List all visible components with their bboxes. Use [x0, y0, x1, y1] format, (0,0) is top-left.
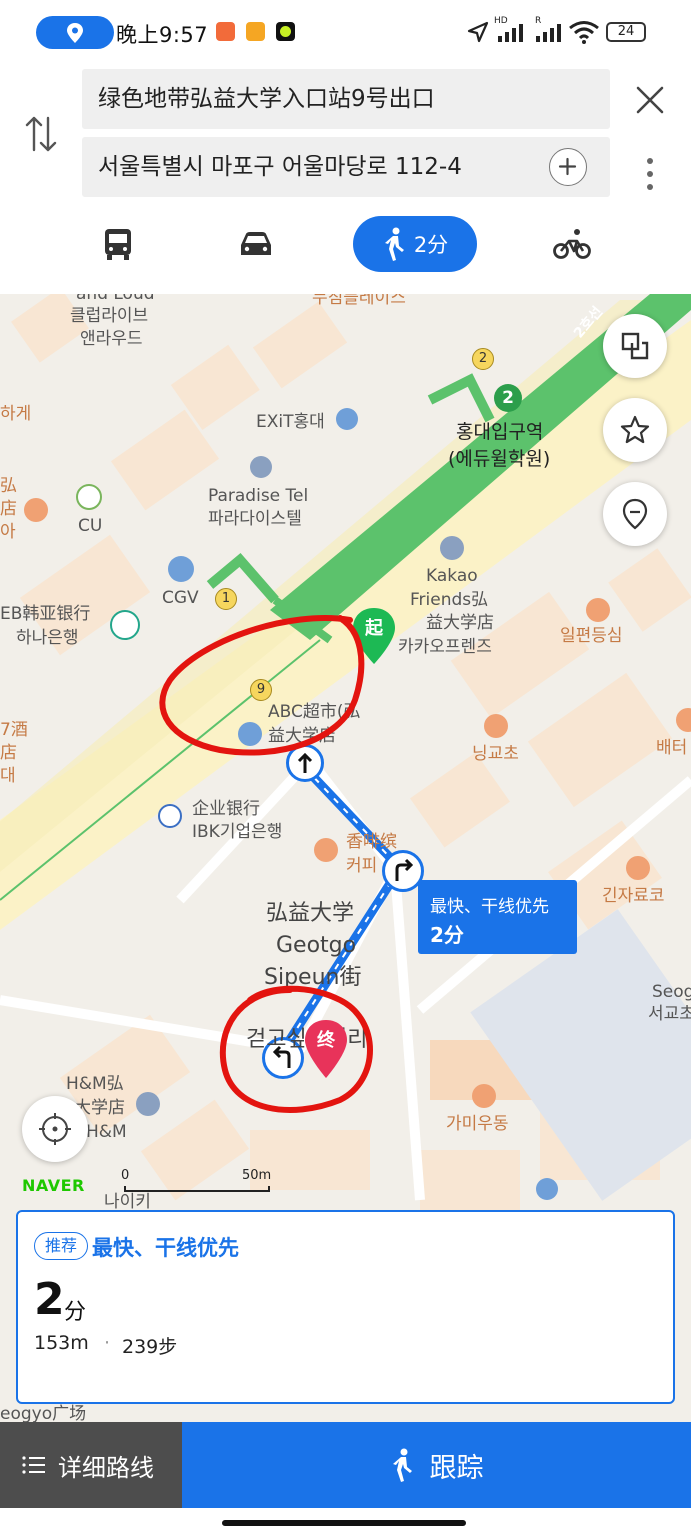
star-icon	[620, 415, 650, 444]
plus-icon	[558, 157, 577, 176]
route-steps: 239步	[122, 1336, 178, 1358]
naver-logo: NAVER	[22, 1176, 85, 1195]
scale-zero: 0	[121, 1168, 130, 1183]
close-icon[interactable]	[634, 84, 666, 116]
scale-bar	[124, 1186, 270, 1192]
favorite-button[interactable]	[603, 398, 667, 462]
walk-icon	[392, 1448, 412, 1482]
separator-dot: ·	[104, 1332, 111, 1354]
track-button[interactable]: 跟踪	[182, 1422, 691, 1508]
mode-bus-tab[interactable]	[86, 216, 150, 272]
home-indicator[interactable]	[222, 1520, 466, 1526]
route-card[interactable]: 推荐 最快、干线优先 2 分 153m · 239步	[16, 1210, 675, 1404]
route-card-title: 最快、干线优先	[92, 1236, 239, 1260]
add-waypoint-button[interactable]	[549, 148, 587, 186]
wifi-icon	[569, 21, 599, 44]
route-time-value: 2	[34, 1274, 65, 1325]
details-button[interactable]: 详细路线	[0, 1422, 182, 1508]
walk-time: 2分	[413, 233, 449, 257]
bike-icon	[553, 229, 591, 259]
more-options-icon[interactable]	[644, 156, 656, 192]
notification-app-icon	[216, 22, 235, 41]
battery-indicator: 24	[606, 22, 646, 42]
route-time-unit: 分	[64, 1300, 87, 1325]
signal-icon	[498, 24, 523, 42]
mode-car-tab[interactable]	[224, 216, 288, 272]
location-pill	[36, 16, 114, 49]
bus-icon	[105, 229, 131, 260]
status-bar: 晚上9:57 HD R 24	[0, 0, 691, 64]
clock: 晚上9:57	[116, 23, 209, 47]
origin-field[interactable]: 绿色地带弘益大学入口站9号出口	[82, 69, 610, 129]
walk-icon	[384, 227, 404, 261]
my-location-button[interactable]	[22, 1096, 88, 1162]
layers-button[interactable]	[603, 314, 667, 378]
car-icon	[241, 232, 271, 255]
mode-bike-tab[interactable]	[540, 216, 604, 272]
place-pin-button[interactable]	[603, 482, 667, 546]
scale-distance: 50m	[242, 1168, 272, 1183]
details-label: 详细路线	[58, 1453, 154, 1482]
swap-direction-icon[interactable]	[24, 114, 58, 154]
destination-field[interactable]: 서울특별시 마포구 어울마당로 112-4	[82, 137, 610, 197]
crosshair-icon	[39, 1113, 71, 1145]
notification-app-icon	[276, 22, 295, 41]
mode-walk-tab[interactable]: 2分	[353, 216, 477, 272]
notification-app-icon	[246, 22, 265, 41]
pin-outline-icon	[622, 498, 648, 530]
gps-arrow-icon	[467, 21, 489, 43]
list-icon	[22, 1456, 45, 1474]
location-pin-icon	[67, 23, 83, 43]
layers-icon	[621, 332, 649, 360]
recommended-badge: 推荐	[34, 1232, 88, 1260]
route-distance: 153m	[34, 1332, 89, 1354]
track-label: 跟踪	[429, 1452, 484, 1484]
signal-icon	[536, 24, 561, 42]
